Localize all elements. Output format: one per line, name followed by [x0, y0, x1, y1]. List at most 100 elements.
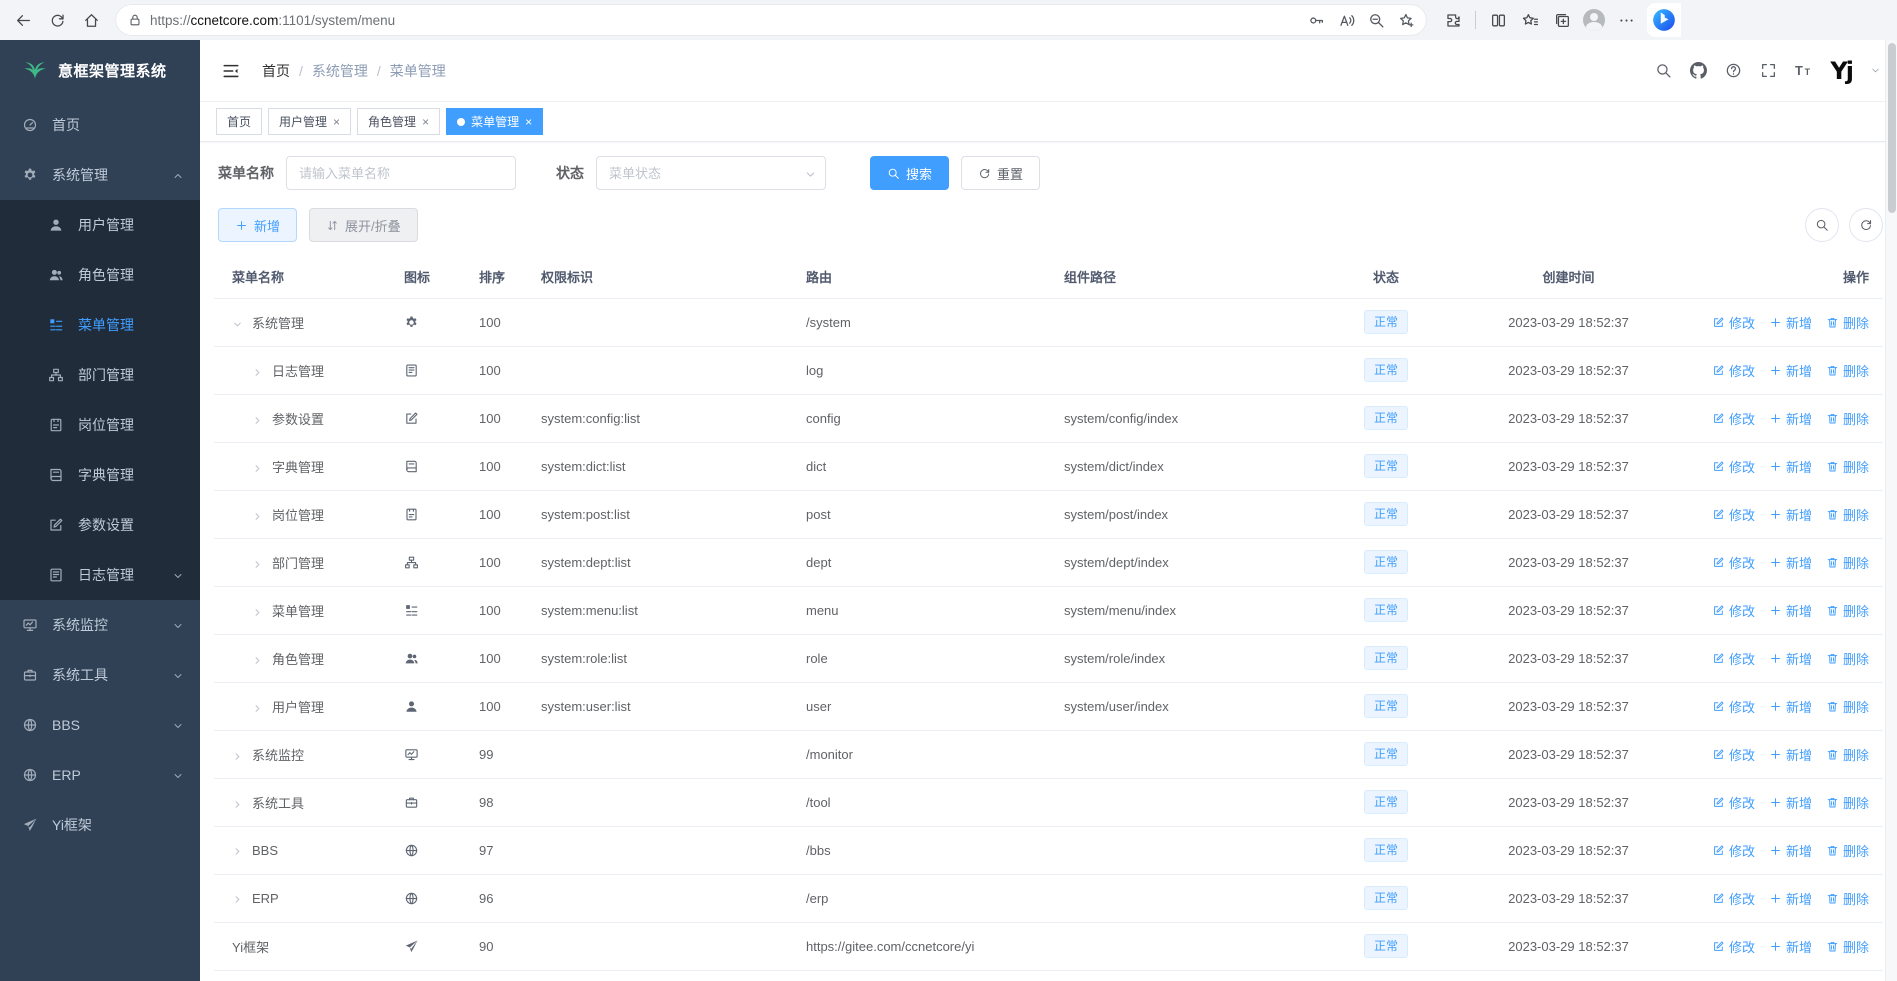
edit-link[interactable]: 修改: [1712, 457, 1755, 476]
sidebar-subitem-用户管理[interactable]: 用户管理: [0, 200, 200, 250]
sidebar-item-Yi框架[interactable]: Yi框架: [0, 800, 200, 850]
page-scrollbar[interactable]: [1885, 40, 1897, 981]
delete-link[interactable]: 删除: [1826, 697, 1869, 716]
sidebar-subitem-岗位管理[interactable]: 岗位管理: [0, 400, 200, 450]
row-expand-toggle[interactable]: [232, 319, 252, 331]
collections-button[interactable]: [1547, 5, 1577, 35]
add-link[interactable]: 新增: [1769, 649, 1812, 668]
add-link[interactable]: 新增: [1769, 793, 1812, 812]
row-expand-toggle[interactable]: [252, 367, 272, 379]
sidebar-item-BBS[interactable]: BBS: [0, 700, 200, 750]
expand-collapse-button[interactable]: 展开/折叠: [309, 208, 418, 242]
search-button[interactable]: 搜索: [870, 156, 950, 190]
add-link[interactable]: 新增: [1769, 601, 1812, 620]
row-expand-toggle[interactable]: [252, 463, 272, 475]
add-button[interactable]: 新增: [218, 208, 298, 242]
extensions-button[interactable]: [1438, 5, 1468, 35]
favorite-this-page-button[interactable]: [1392, 7, 1420, 33]
breadcrumb-item-系统管理[interactable]: 系统管理: [312, 61, 368, 81]
tab-用户管理[interactable]: 用户管理 ×: [268, 108, 352, 135]
browser-profile-button[interactable]: [1579, 5, 1609, 35]
github-button[interactable]: [1690, 61, 1708, 80]
show-search-toggle-button[interactable]: [1805, 208, 1839, 242]
browser-refresh-button[interactable]: [42, 5, 72, 35]
header-search-button[interactable]: [1655, 62, 1672, 80]
add-link[interactable]: 新增: [1769, 409, 1812, 428]
edit-link[interactable]: 修改: [1712, 937, 1755, 956]
add-link[interactable]: 新增: [1769, 457, 1812, 476]
password-button[interactable]: [1302, 7, 1330, 33]
tab-角色管理[interactable]: 角色管理 ×: [357, 108, 441, 135]
row-expand-toggle[interactable]: [232, 799, 252, 811]
sidebar-item-系统工具[interactable]: 系统工具: [0, 650, 200, 700]
edit-link[interactable]: 修改: [1712, 889, 1755, 908]
favorites-button[interactable]: [1515, 5, 1545, 35]
breadcrumb-item-首页[interactable]: 首页: [262, 61, 290, 81]
row-expand-toggle[interactable]: [252, 559, 272, 571]
sidebar-subitem-日志管理[interactable]: 日志管理: [0, 550, 200, 600]
edit-link[interactable]: 修改: [1712, 313, 1755, 332]
row-expand-toggle[interactable]: [252, 607, 272, 619]
add-link[interactable]: 新增: [1769, 313, 1812, 332]
help-button[interactable]: [1725, 62, 1742, 80]
browser-menu-button[interactable]: [1611, 5, 1641, 35]
avatar-menu-button[interactable]: [1870, 62, 1881, 80]
row-expand-toggle[interactable]: [252, 511, 272, 523]
fullscreen-button[interactable]: [1760, 62, 1777, 80]
row-expand-toggle[interactable]: [252, 703, 272, 715]
row-expand-toggle[interactable]: [252, 415, 272, 427]
close-tab-icon[interactable]: ×: [525, 115, 532, 129]
browser-back-button[interactable]: [8, 5, 38, 35]
row-expand-toggle[interactable]: [252, 655, 272, 667]
split-screen-button[interactable]: [1483, 5, 1513, 35]
add-link[interactable]: 新增: [1769, 841, 1812, 860]
edit-link[interactable]: 修改: [1712, 409, 1755, 428]
delete-link[interactable]: 删除: [1826, 937, 1869, 956]
edit-link[interactable]: 修改: [1712, 793, 1755, 812]
sidebar-item-ERP[interactable]: ERP: [0, 750, 200, 800]
edit-link[interactable]: 修改: [1712, 841, 1755, 860]
add-link[interactable]: 新增: [1769, 937, 1812, 956]
delete-link[interactable]: 删除: [1826, 457, 1869, 476]
edit-link[interactable]: 修改: [1712, 601, 1755, 620]
delete-link[interactable]: 删除: [1826, 601, 1869, 620]
tab-菜单管理[interactable]: 菜单管理 ×: [446, 108, 544, 135]
delete-link[interactable]: 删除: [1826, 889, 1869, 908]
edit-link[interactable]: 修改: [1712, 361, 1755, 380]
edit-link[interactable]: 修改: [1712, 505, 1755, 524]
collapse-sidebar-button[interactable]: [214, 54, 248, 88]
row-expand-toggle[interactable]: [232, 894, 252, 906]
edit-link[interactable]: 修改: [1712, 649, 1755, 668]
row-expand-toggle[interactable]: [232, 846, 252, 858]
delete-link[interactable]: 删除: [1826, 313, 1869, 332]
add-link[interactable]: 新增: [1769, 553, 1812, 572]
refresh-table-button[interactable]: [1849, 208, 1883, 242]
address-bar[interactable]: https://ccnetcore.com:1101/system/menu: [116, 5, 1426, 35]
read-aloud-button[interactable]: [1332, 7, 1360, 33]
close-tab-icon[interactable]: ×: [422, 115, 429, 129]
reset-button[interactable]: 重置: [961, 156, 1041, 190]
sidebar-subitem-菜单管理[interactable]: 菜单管理: [0, 300, 200, 350]
add-link[interactable]: 新增: [1769, 505, 1812, 524]
delete-link[interactable]: 删除: [1826, 505, 1869, 524]
font-size-button[interactable]: TT: [1795, 62, 1812, 80]
add-link[interactable]: 新增: [1769, 889, 1812, 908]
scrollbar-thumb[interactable]: [1888, 43, 1896, 213]
delete-link[interactable]: 删除: [1826, 409, 1869, 428]
sidebar-subitem-部门管理[interactable]: 部门管理: [0, 350, 200, 400]
add-link[interactable]: 新增: [1769, 361, 1812, 380]
sidebar-item-系统管理[interactable]: 系统管理: [0, 150, 200, 200]
status-select-input[interactable]: [596, 156, 826, 190]
edit-link[interactable]: 修改: [1712, 745, 1755, 764]
close-tab-icon[interactable]: ×: [333, 115, 340, 129]
delete-link[interactable]: 删除: [1826, 649, 1869, 668]
menu-name-input[interactable]: [286, 156, 516, 190]
browser-home-button[interactable]: [76, 5, 106, 35]
row-expand-toggle[interactable]: [232, 751, 252, 763]
app-logo[interactable]: 意框架管理系统: [0, 40, 200, 100]
sidebar-subitem-参数设置[interactable]: 参数设置: [0, 500, 200, 550]
add-link[interactable]: 新增: [1769, 745, 1812, 764]
delete-link[interactable]: 删除: [1826, 745, 1869, 764]
add-link[interactable]: 新增: [1769, 697, 1812, 716]
edit-link[interactable]: 修改: [1712, 553, 1755, 572]
